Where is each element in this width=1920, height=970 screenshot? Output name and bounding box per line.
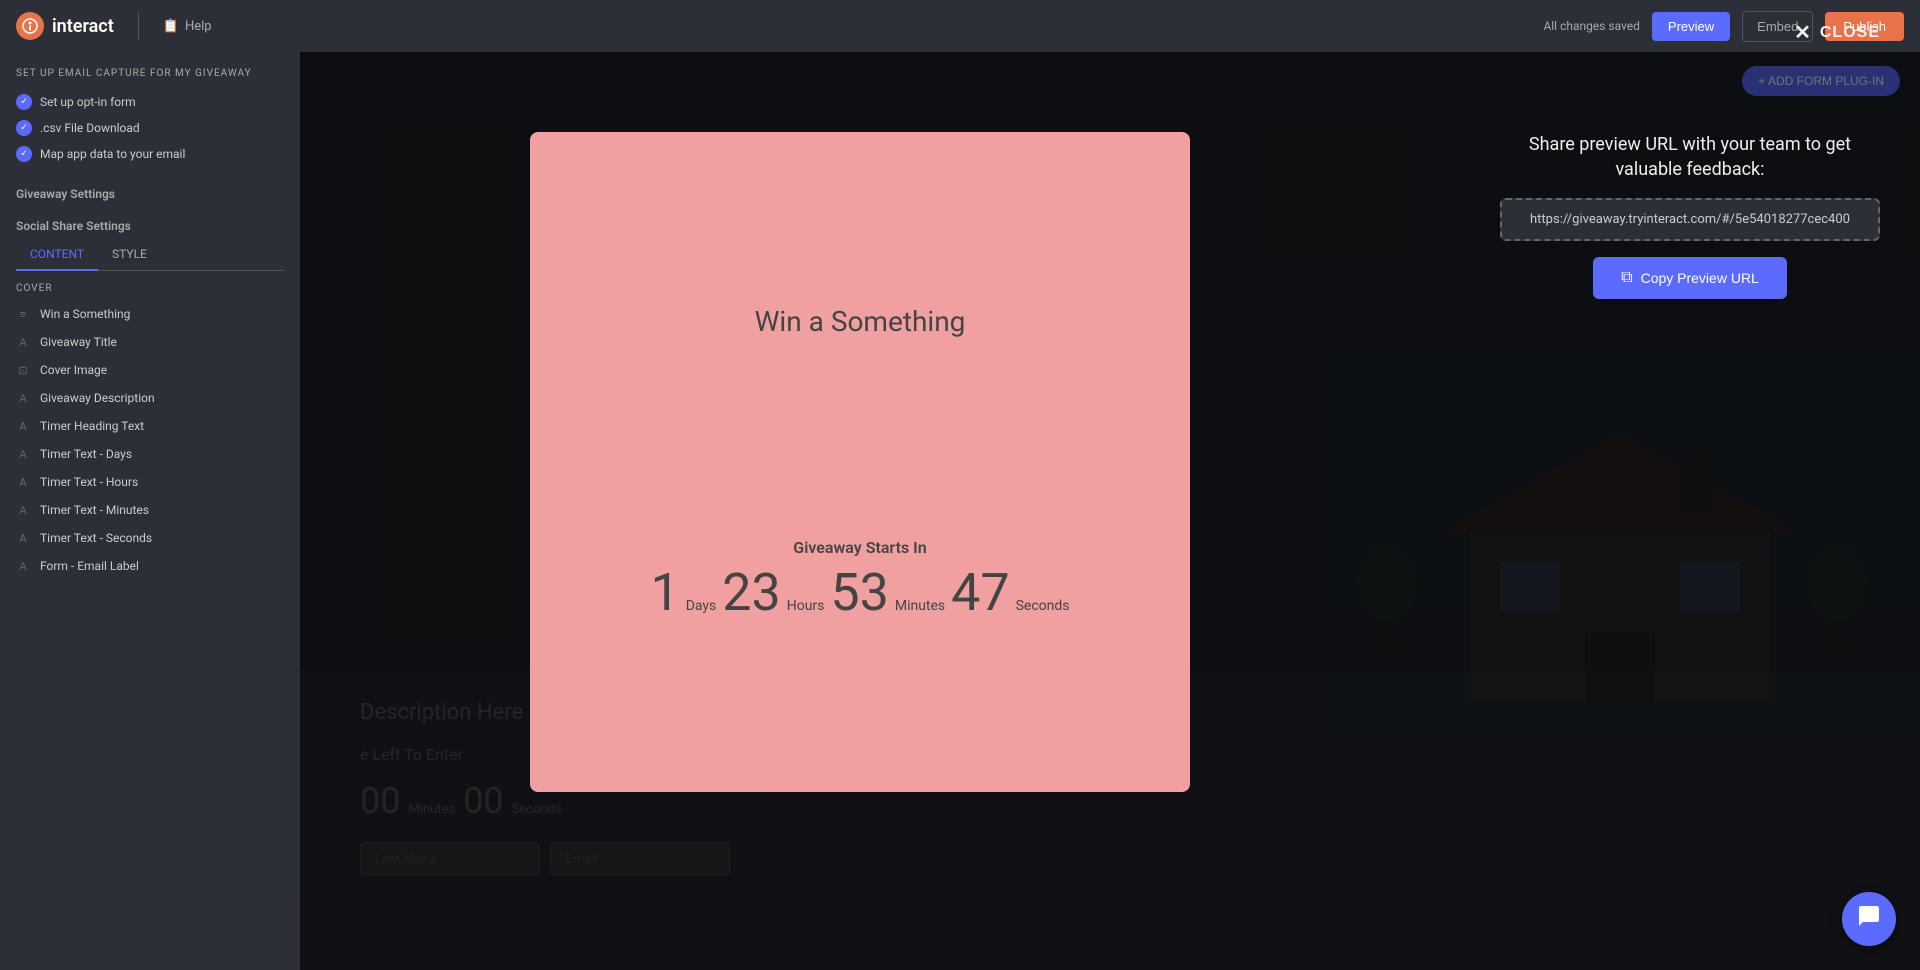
countdown-days-label: Days <box>686 598 717 614</box>
share-panel: ✕ CLOSE Share preview URL with your team… <box>1500 132 1880 299</box>
setup-checklist-section: Set up email capture for my giveaway ✓ S… <box>0 52 300 175</box>
nav-help[interactable]: 📋 Help <box>163 19 212 34</box>
countdown-seconds-label: Seconds <box>1016 598 1070 614</box>
tab-content[interactable]: CONTENT <box>16 239 98 271</box>
nav-divider <box>138 12 139 40</box>
sidebar-item-timer-heading-label: Timer Heading Text <box>40 419 144 433</box>
chat-bubble[interactable] <box>1842 892 1896 946</box>
hamburger-icon: ≡ <box>16 308 30 321</box>
top-navigation: interact 📋 Help All changes saved Previe… <box>0 0 1920 52</box>
checklist-label-3: Map app data to your email <box>40 147 185 161</box>
chat-icon <box>1857 904 1881 934</box>
checklist-label-2: .csv File Download <box>40 121 140 135</box>
check-icon-3: ✓ <box>16 146 32 162</box>
sidebar-tabs: CONTENT STYLE <box>16 239 284 271</box>
sidebar-item-cover-label: Cover Image <box>40 363 107 377</box>
image-icon: ⊡ <box>16 364 30 377</box>
text-icon-7: A <box>16 532 30 545</box>
sidebar-item-description[interactable]: A Giveaway Description <box>0 384 300 412</box>
text-icon-3: A <box>16 420 30 433</box>
help-label: Help <box>185 19 212 34</box>
sidebar-item-timer-minutes-label: Timer Text - Minutes <box>40 503 149 517</box>
sidebar-item-timer-hours[interactable]: A Timer Text - Hours <box>0 468 300 496</box>
text-icon-6: A <box>16 504 30 517</box>
countdown-hours-label: Hours <box>787 598 825 614</box>
sidebar-item-email-label[interactable]: A Form - Email Label <box>0 552 300 580</box>
countdown-days-value: 1 <box>650 567 679 619</box>
main-preview-area: + ADD FORM PLUG-IN Description Here e Le… <box>300 52 1920 970</box>
copy-button-label: Copy Preview URL <box>1641 270 1759 286</box>
left-sidebar: Set up email capture for my giveaway ✓ S… <box>0 52 300 970</box>
text-icon-4: A <box>16 448 30 461</box>
sidebar-item-cover-image[interactable]: ⊡ Cover Image <box>0 356 300 384</box>
app-logo: interact <box>16 12 114 40</box>
countdown-seconds-value: 47 <box>951 567 1009 619</box>
sidebar-item-timer-seconds-label: Timer Text - Seconds <box>40 531 152 545</box>
checklist-item-3[interactable]: ✓ Map app data to your email <box>16 141 284 167</box>
sidebar-item-email-label-label: Form - Email Label <box>40 559 139 573</box>
copy-preview-url-button[interactable]: ⧉ Copy Preview URL <box>1593 257 1787 299</box>
countdown-minutes-value: 53 <box>830 567 888 619</box>
sidebar-item-timer-days-label: Timer Text - Days <box>40 447 132 461</box>
countdown-timer: 1 Days 23 Hours 53 Minutes 47 Seconds <box>650 567 1069 619</box>
text-icon-1: A <box>16 336 30 349</box>
logo-icon <box>16 12 44 40</box>
cover-label: COVER <box>0 271 300 300</box>
setup-title: Set up email capture for my giveaway <box>16 68 284 79</box>
check-icon-2: ✓ <box>16 120 32 136</box>
text-icon-8: A <box>16 560 30 573</box>
sidebar-item-description-label: Giveaway Description <box>40 391 155 405</box>
sidebar-item-timer-heading[interactable]: A Timer Heading Text <box>0 412 300 440</box>
countdown-heading: Giveaway Starts In <box>650 538 1069 557</box>
sidebar-item-win-label: Win a Something <box>40 307 130 321</box>
sidebar-item-title-label: Giveaway Title <box>40 335 117 349</box>
countdown-hours-value: 23 <box>722 567 780 619</box>
countdown-minutes-label: Minutes <box>895 598 945 614</box>
check-icon-1: ✓ <box>16 94 32 110</box>
giveaway-settings-label[interactable]: Giveaway Settings <box>0 175 300 207</box>
sidebar-item-timer-minutes[interactable]: A Timer Text - Minutes <box>0 496 300 524</box>
preview-button[interactable]: Preview <box>1652 12 1730 41</box>
share-url-box[interactable]: https://giveaway.tryinteract.com/#/5e540… <box>1500 198 1880 241</box>
sidebar-item-timer-days[interactable]: A Timer Text - Days <box>0 440 300 468</box>
sidebar-item-title[interactable]: A Giveaway Title <box>0 328 300 356</box>
checklist-item-2[interactable]: ✓ .csv File Download <box>16 115 284 141</box>
sidebar-item-win[interactable]: ≡ Win a Something <box>0 300 300 328</box>
checklist-item-1[interactable]: ✓ Set up opt-in form <box>16 89 284 115</box>
social-share-label[interactable]: Social Share Settings <box>0 207 300 239</box>
changes-label: All changes saved <box>1543 19 1639 33</box>
text-icon-5: A <box>16 476 30 489</box>
modal-overlay: Win a Something Giveaway Starts In 1 Day… <box>300 52 1920 970</box>
sidebar-item-timer-hours-label: Timer Text - Hours <box>40 475 138 489</box>
tab-style[interactable]: STYLE <box>98 239 161 271</box>
sidebar-item-timer-seconds[interactable]: A Timer Text - Seconds <box>0 524 300 552</box>
help-icon: 📋 <box>163 19 179 34</box>
giveaway-preview-modal: Win a Something Giveaway Starts In 1 Day… <box>530 132 1190 792</box>
copy-icon: ⧉ <box>1621 269 1632 287</box>
giveaway-modal-title: Win a Something <box>755 305 966 338</box>
share-heading: Share preview URL with your team to get … <box>1500 132 1880 182</box>
text-icon-2: A <box>16 392 30 405</box>
checklist-label-1: Set up opt-in form <box>40 95 136 109</box>
app-name: interact <box>52 16 114 37</box>
